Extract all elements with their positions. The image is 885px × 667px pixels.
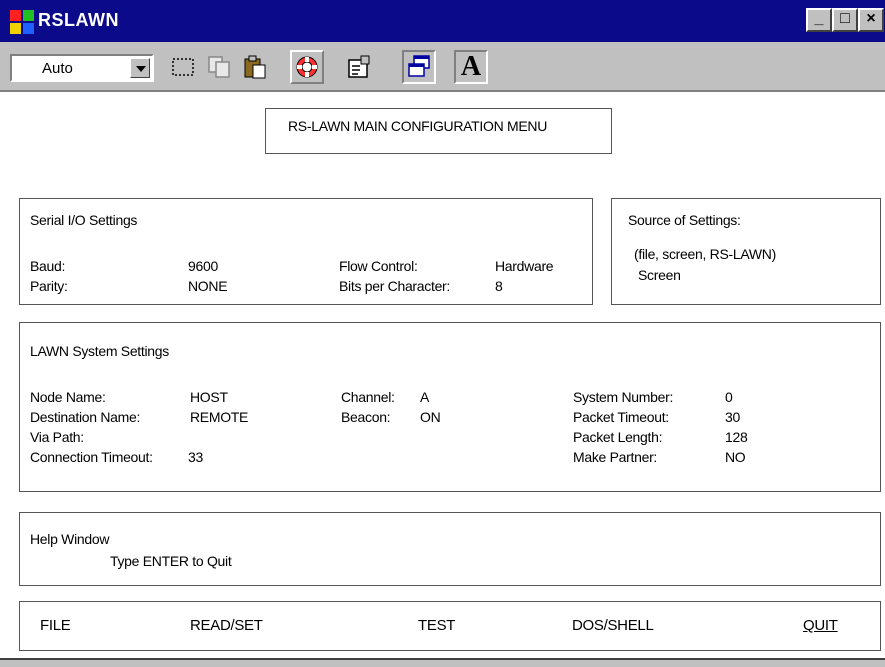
- flow-control-value[interactable]: Hardware: [495, 258, 554, 274]
- source-heading: Source of Settings:: [628, 212, 741, 228]
- connection-timeout-value[interactable]: 33: [188, 449, 203, 465]
- help-button[interactable]: [290, 50, 324, 84]
- lawn-settings-panel: LAWN System Settings Node Name: HOST Des…: [19, 322, 881, 492]
- chevron-down-icon[interactable]: [130, 58, 150, 78]
- menu-file[interactable]: FILE: [40, 617, 71, 634]
- maximize-button[interactable]: □: [832, 8, 858, 32]
- paste-button[interactable]: [238, 50, 272, 84]
- copy-icon: [208, 56, 230, 78]
- flow-control-label: Flow Control:: [339, 258, 418, 274]
- packet-length-label: Packet Length:: [573, 429, 663, 445]
- node-name-value[interactable]: HOST: [190, 389, 228, 405]
- system-number-value[interactable]: 0: [725, 389, 733, 405]
- command-menu-bar: FILE READ/SET TEST DOS/SHELL QUIT: [19, 601, 881, 651]
- channel-value[interactable]: A: [420, 389, 429, 405]
- make-partner-label: Make Partner:: [573, 449, 658, 465]
- cascade-windows-icon: [408, 55, 430, 77]
- copy-button[interactable]: [202, 50, 236, 84]
- source-options: (file, screen, RS-LAWN): [634, 246, 776, 262]
- select-tool-button[interactable]: [166, 50, 200, 84]
- menu-dosshell[interactable]: DOS/SHELL: [572, 617, 654, 634]
- window-title: RSLAWN: [38, 10, 119, 30]
- menu-test[interactable]: TEST: [418, 617, 455, 634]
- menu-title: RS-LAWN MAIN CONFIGURATION MENU: [288, 118, 548, 134]
- node-name-label: Node Name:: [30, 389, 106, 405]
- via-path-label: Via Path:: [30, 429, 84, 445]
- bits-per-char-value[interactable]: 8: [495, 278, 503, 294]
- main-area: RS-LAWN MAIN CONFIGURATION MENU Serial I…: [0, 92, 885, 660]
- app-icon: [10, 10, 34, 34]
- close-button[interactable]: ×: [858, 8, 884, 32]
- lawn-heading: LAWN System Settings: [30, 343, 169, 359]
- packet-length-value[interactable]: 128: [725, 429, 748, 445]
- help-heading: Help Window: [30, 531, 110, 547]
- paste-icon: [244, 55, 266, 79]
- font-size-value: Auto: [42, 60, 73, 77]
- system-number-label: System Number:: [573, 389, 674, 405]
- packet-timeout-label: Packet Timeout:: [573, 409, 669, 425]
- window-mode-button[interactable]: [402, 50, 436, 84]
- properties-button[interactable]: [342, 50, 376, 84]
- dashed-rectangle-icon: [172, 58, 194, 76]
- font-button[interactable]: A: [454, 50, 488, 84]
- serial-heading: Serial I/O Settings: [30, 212, 138, 228]
- baud-label: Baud:: [30, 258, 66, 274]
- bits-per-char-label: Bits per Character:: [339, 278, 451, 294]
- window-bottom-border: [0, 658, 885, 667]
- menu-readset[interactable]: READ/SET: [190, 617, 263, 634]
- title-bar[interactable]: RSLAWN _ □ ×: [0, 0, 885, 42]
- make-partner-value[interactable]: NO: [725, 449, 746, 465]
- beacon-label: Beacon:: [341, 409, 391, 425]
- baud-value[interactable]: 9600: [188, 258, 218, 274]
- toolbar: Auto A: [0, 42, 885, 92]
- connection-timeout-label: Connection Timeout:: [30, 449, 153, 465]
- minimize-button[interactable]: _: [806, 8, 832, 32]
- serial-settings-panel: Serial I/O Settings Baud: 9600 Parity: N…: [19, 198, 593, 305]
- packet-timeout-value[interactable]: 30: [725, 409, 740, 425]
- parity-value[interactable]: NONE: [188, 278, 228, 294]
- source-settings-panel: Source of Settings: (file, screen, RS-LA…: [611, 198, 881, 305]
- font-size-select[interactable]: Auto: [10, 54, 154, 82]
- properties-icon: [348, 55, 370, 78]
- menu-quit[interactable]: QUIT: [803, 617, 838, 634]
- source-value[interactable]: Screen: [638, 267, 681, 283]
- channel-label: Channel:: [341, 389, 395, 405]
- help-window-panel: Help Window Type ENTER to Quit: [19, 512, 881, 586]
- destination-name-value[interactable]: REMOTE: [190, 409, 248, 425]
- help-text: Type ENTER to Quit: [110, 553, 232, 569]
- menu-title-box: RS-LAWN MAIN CONFIGURATION MENU: [265, 108, 612, 154]
- lifebuoy-icon: [296, 56, 318, 78]
- font-icon: A: [460, 51, 482, 82]
- beacon-value[interactable]: ON: [420, 409, 441, 425]
- destination-name-label: Destination Name:: [30, 409, 141, 425]
- parity-label: Parity:: [30, 278, 68, 294]
